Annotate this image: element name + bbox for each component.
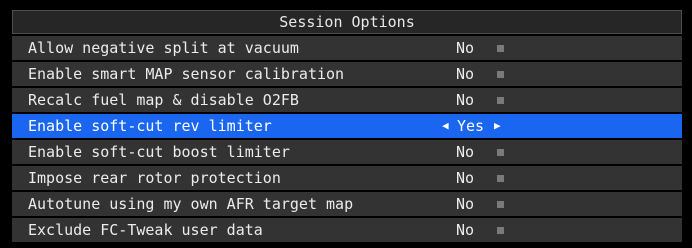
option-value-control[interactable]: No bbox=[442, 36, 542, 60]
option-label: Enable soft-cut boost limiter bbox=[28, 143, 290, 161]
option-row-exclude-user-data[interactable]: Exclude FC-Tweak user data No bbox=[12, 218, 682, 242]
square-marker-icon bbox=[497, 149, 504, 156]
option-label: Enable smart MAP sensor calibration bbox=[28, 65, 345, 83]
option-row-autotune[interactable]: Autotune using my own AFR target map No bbox=[12, 192, 682, 216]
option-value-control[interactable]: No bbox=[442, 140, 542, 164]
square-marker-icon bbox=[497, 201, 504, 208]
option-row-recalc-fuel[interactable]: Recalc fuel map & disable O2FB No bbox=[12, 88, 682, 112]
right-arrow-icon[interactable]: ▶ bbox=[494, 114, 501, 138]
option-value: No bbox=[456, 91, 475, 109]
option-row-soft-cut-boost[interactable]: Enable soft-cut boost limiter No bbox=[12, 140, 682, 164]
option-row-soft-cut-rev[interactable]: Enable soft-cut rev limiter ◀ Yes ▶ bbox=[12, 114, 682, 138]
left-arrow-icon[interactable]: ◀ bbox=[442, 114, 449, 138]
option-label: Allow negative split at vacuum bbox=[28, 39, 299, 57]
option-label: Enable soft-cut rev limiter bbox=[28, 117, 272, 135]
session-options-panel: Session Options Allow negative split at … bbox=[12, 10, 682, 248]
option-value-control[interactable]: No bbox=[442, 166, 542, 190]
option-value: No bbox=[456, 221, 475, 239]
option-value: No bbox=[456, 195, 475, 213]
square-marker-icon bbox=[497, 175, 504, 182]
option-value: No bbox=[456, 39, 475, 57]
option-value-control[interactable]: No bbox=[442, 218, 542, 242]
option-label: Exclude FC-Tweak user data bbox=[28, 221, 263, 239]
option-label: Impose rear rotor protection bbox=[28, 169, 281, 187]
option-value-control[interactable]: No bbox=[442, 192, 542, 216]
square-marker-icon bbox=[497, 71, 504, 78]
panel-title: Session Options bbox=[12, 10, 682, 34]
square-marker-icon bbox=[497, 227, 504, 234]
option-value-control[interactable]: ◀ Yes ▶ bbox=[442, 114, 542, 138]
option-row-smart-map[interactable]: Enable smart MAP sensor calibration No bbox=[12, 62, 682, 86]
option-value-control[interactable]: No bbox=[442, 62, 542, 86]
option-label: Autotune using my own AFR target map bbox=[28, 195, 354, 213]
option-label: Recalc fuel map & disable O2FB bbox=[28, 91, 299, 109]
option-value: No bbox=[456, 143, 475, 161]
option-row-rear-rotor[interactable]: Impose rear rotor protection No bbox=[12, 166, 682, 190]
option-row-negative-split[interactable]: Allow negative split at vacuum No bbox=[12, 36, 682, 60]
option-value-control[interactable]: No bbox=[442, 88, 542, 112]
square-marker-icon bbox=[497, 97, 504, 104]
option-value: No bbox=[456, 65, 475, 83]
option-value: Yes bbox=[457, 117, 485, 135]
square-marker-icon bbox=[497, 45, 504, 52]
option-value: No bbox=[456, 169, 475, 187]
